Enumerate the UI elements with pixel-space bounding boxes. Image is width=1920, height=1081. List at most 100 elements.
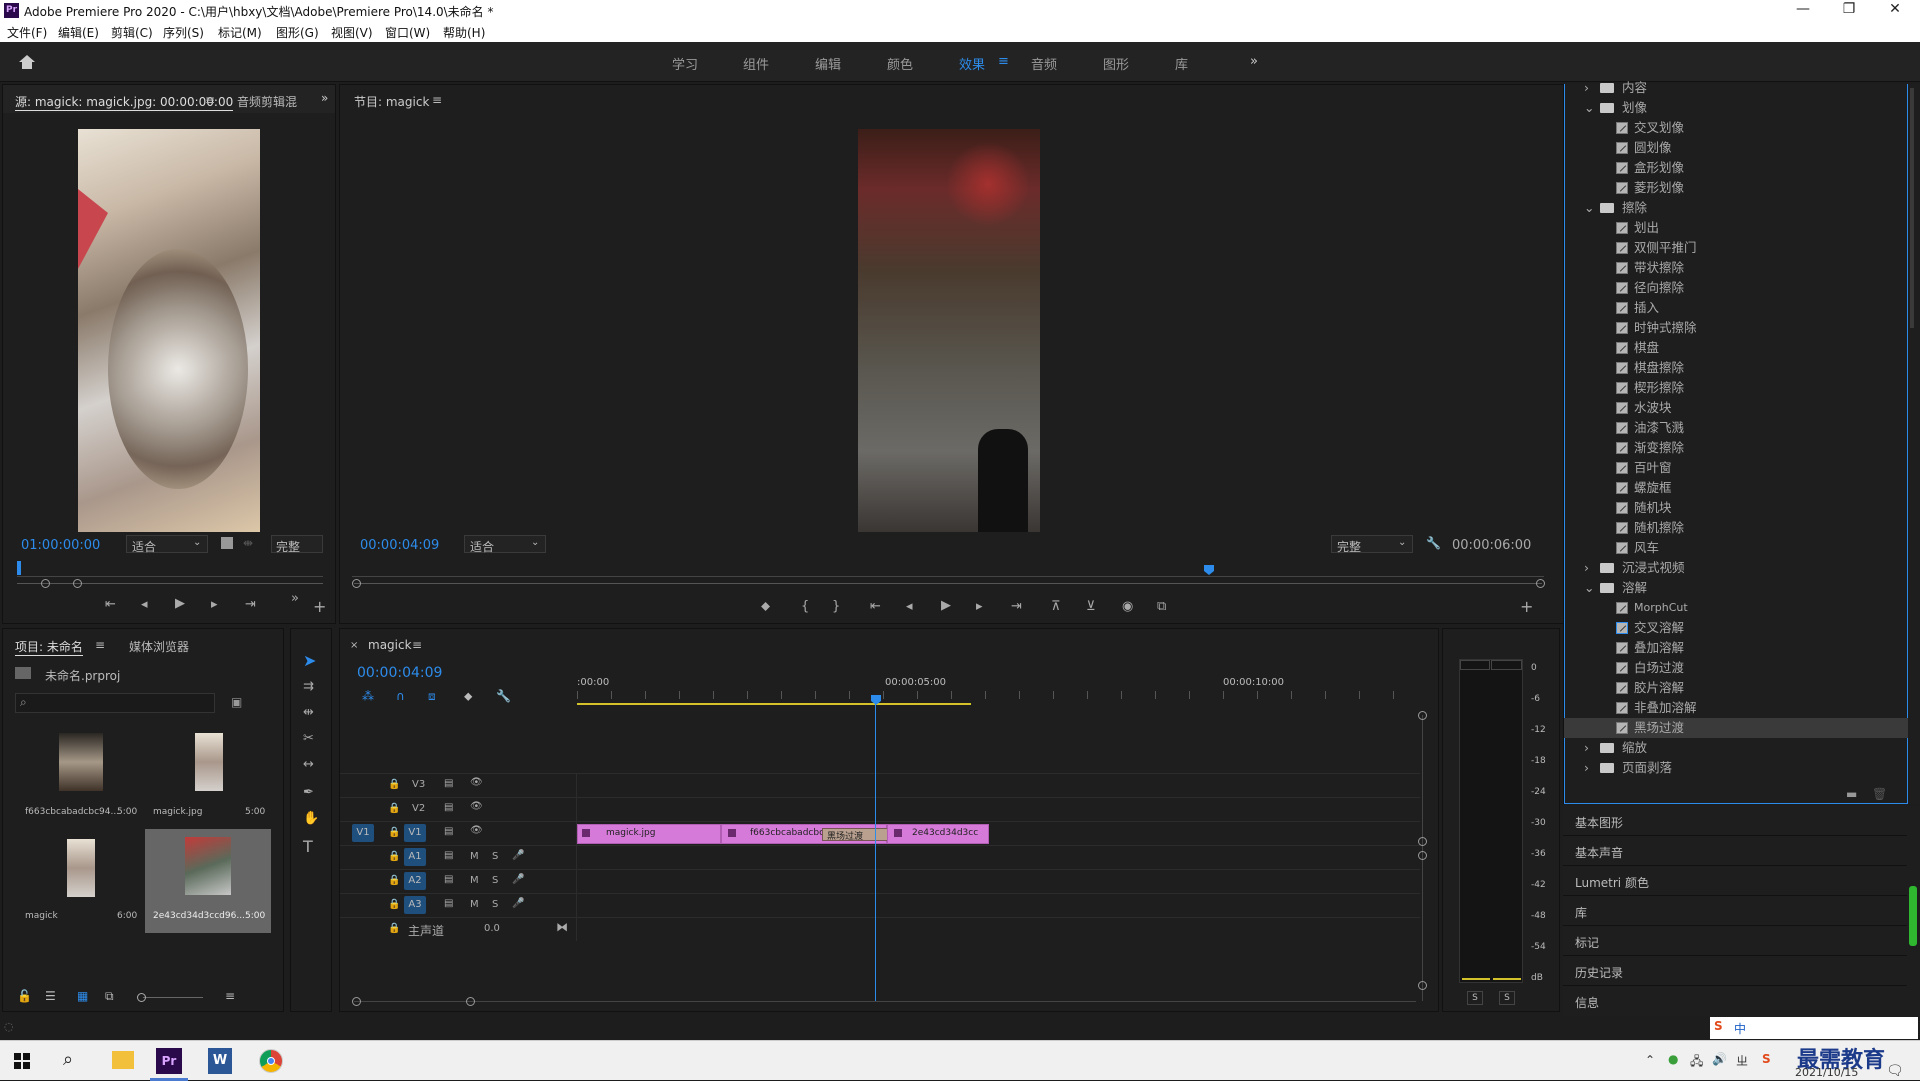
go-to-out-icon[interactable]: ⇥: [1011, 599, 1022, 614]
effects-item[interactable]: 叠加溶解: [1564, 638, 1908, 658]
lock-icon[interactable]: 🔒: [388, 851, 400, 862]
workspace-color[interactable]: 颜色: [887, 54, 913, 73]
minimize-button[interactable]: —: [1783, 1, 1823, 21]
sync-lock-icon[interactable]: ▤: [444, 874, 453, 885]
effects-item[interactable]: 交叉划像: [1564, 118, 1908, 138]
volume-icon[interactable]: 🔊: [1712, 1052, 1727, 1066]
source-zoom-bar[interactable]: [17, 583, 323, 584]
program-timecode[interactable]: 00:00:04:09: [360, 538, 439, 553]
mic-icon[interactable]: 🎤: [512, 874, 524, 885]
effects-folder[interactable]: › 缩放: [1564, 738, 1908, 758]
maximize-button[interactable]: ❐: [1829, 1, 1869, 21]
mark-in-icon[interactable]: {: [801, 599, 809, 614]
slip-tool-icon[interactable]: ↔: [303, 757, 314, 772]
ime-toolbar[interactable]: S 中: [1710, 1017, 1918, 1039]
lock-icon[interactable]: 🔒: [388, 923, 400, 934]
more-buttons-icon[interactable]: »: [291, 591, 299, 606]
solo-left-button[interactable]: S: [1467, 991, 1483, 1005]
extract-icon[interactable]: ⊻: [1086, 599, 1096, 614]
effects-item[interactable]: 风车: [1564, 538, 1908, 558]
zoom-slider-handle[interactable]: [137, 993, 146, 1002]
panel-essential-sound[interactable]: 基本声音: [1563, 836, 1907, 866]
solo-button[interactable]: S: [492, 851, 498, 862]
program-tab[interactable]: 节目: magick: [354, 93, 429, 110]
eye-icon[interactable]: 👁: [470, 777, 483, 788]
source-timecode[interactable]: 01:00:00:00: [21, 538, 100, 553]
menu-help[interactable]: 帮助(H): [443, 24, 485, 41]
panel-markers[interactable]: 标记: [1563, 926, 1907, 956]
track-label-a3[interactable]: A3: [404, 896, 426, 914]
notification-icon[interactable]: 🗨: [1886, 1063, 1904, 1079]
windows-start-icon[interactable]: [14, 1053, 30, 1069]
effects-item[interactable]: 黑场过渡: [1564, 718, 1908, 738]
timeline-timecode[interactable]: 00:00:04:09: [357, 665, 442, 681]
chevron-right-icon[interactable]: ›: [1584, 758, 1589, 778]
add-marker-icon[interactable]: ⬥: [464, 689, 472, 704]
lock-icon[interactable]: 🔒: [388, 803, 400, 814]
track-label-v3[interactable]: V3: [412, 779, 425, 790]
workspace-menu-icon[interactable]: ≡: [998, 54, 1009, 69]
menu-sequence[interactable]: 序列(S): [163, 24, 204, 41]
effects-item[interactable]: 螺旋框: [1564, 478, 1908, 498]
step-forward-icon[interactable]: ▸: [211, 597, 218, 612]
v-scroll-handle[interactable]: [1418, 851, 1427, 860]
work-area-bar[interactable]: [577, 703, 971, 705]
program-fit-dropdown[interactable]: 适合 ⌄: [464, 535, 546, 554]
lock-icon[interactable]: 🔒: [388, 899, 400, 910]
project-item[interactable]: magick.jpg 5:00: [145, 725, 271, 829]
type-tool-icon[interactable]: T: [303, 837, 313, 856]
effects-item[interactable]: 白场过渡: [1564, 658, 1908, 678]
effects-scrollbar[interactable]: [1910, 88, 1914, 328]
panel-info[interactable]: 信息: [1563, 986, 1907, 1016]
home-icon[interactable]: [18, 54, 36, 70]
word-taskbar-icon[interactable]: W: [208, 1048, 232, 1074]
effects-item[interactable]: 菱形划像: [1564, 178, 1908, 198]
chevron-right-icon[interactable]: ›: [1584, 738, 1589, 758]
effects-item[interactable]: MorphCut: [1564, 598, 1908, 618]
razor-tool-icon[interactable]: ✂: [303, 731, 314, 746]
menu-graphics[interactable]: 图形(G): [276, 24, 319, 41]
menu-marker[interactable]: 标记(M): [218, 24, 262, 41]
program-zoom-handle-left[interactable]: [352, 579, 361, 588]
ripple-edit-tool-icon[interactable]: ⇹: [303, 705, 314, 720]
side-scrollbar[interactable]: [1909, 886, 1917, 946]
track-select-tool-icon[interactable]: ⇉: [303, 679, 314, 694]
workspace-libraries[interactable]: 库: [1175, 54, 1188, 73]
media-browser-tab[interactable]: 媒体浏览器: [129, 638, 189, 655]
sync-lock-icon[interactable]: ▤: [444, 778, 453, 789]
source-playhead[interactable]: [17, 561, 21, 575]
effects-item[interactable]: 百叶窗: [1564, 458, 1908, 478]
ime-tray-icon[interactable]: ㄓ: [1736, 1052, 1748, 1069]
menu-clip[interactable]: 剪辑(C): [111, 24, 153, 41]
effects-item[interactable]: 油漆飞溅: [1564, 418, 1908, 438]
master-volume-value[interactable]: 0.0: [484, 923, 500, 934]
chevron-down-icon[interactable]: ⌄: [1584, 98, 1594, 118]
program-time-ruler[interactable]: [352, 561, 1544, 577]
eye-icon[interactable]: 👁: [470, 825, 483, 836]
menu-file[interactable]: 文件(F): [7, 24, 47, 41]
timeline-clip[interactable]: 2e43cd34d3cc: [887, 824, 989, 844]
chevron-down-icon[interactable]: ⌄: [1584, 198, 1594, 218]
lock-icon[interactable]: 🔒: [388, 875, 400, 886]
step-back-icon[interactable]: ◂: [906, 599, 913, 614]
hand-tool-icon[interactable]: ✋: [303, 811, 319, 826]
delete-icon[interactable]: 🗑: [1872, 787, 1887, 801]
project-tab[interactable]: 项目: 未命名: [15, 638, 83, 656]
effects-folder[interactable]: ⌄ 擦除: [1564, 198, 1908, 218]
effects-item[interactable]: 带状擦除: [1564, 258, 1908, 278]
chevron-right-icon[interactable]: ›: [1584, 558, 1589, 578]
mute-button[interactable]: M: [470, 851, 479, 862]
close-button[interactable]: ✕: [1875, 1, 1915, 21]
source-tab-menu-icon[interactable]: ≡: [205, 93, 215, 107]
effects-item[interactable]: 胶片溶解: [1564, 678, 1908, 698]
snap-icon[interactable]: ∩: [396, 689, 405, 703]
source-tab[interactable]: 源: magick: magick.jpg: 00:00:00:00: [15, 93, 234, 111]
timeline-tab-menu-icon[interactable]: ≡: [412, 638, 422, 652]
tray-app-icon[interactable]: ●: [1668, 1052, 1678, 1066]
premiere-taskbar-icon[interactable]: Pr: [156, 1048, 182, 1074]
timeline-ruler[interactable]: :00:00 00:00:05:00 00:00:10:00: [577, 675, 1417, 699]
track-label-a1[interactable]: A1: [404, 848, 426, 866]
mute-button[interactable]: M: [470, 875, 479, 886]
solo-right-button[interactable]: S: [1499, 991, 1515, 1005]
program-zoom-bar[interactable]: [354, 583, 1542, 584]
